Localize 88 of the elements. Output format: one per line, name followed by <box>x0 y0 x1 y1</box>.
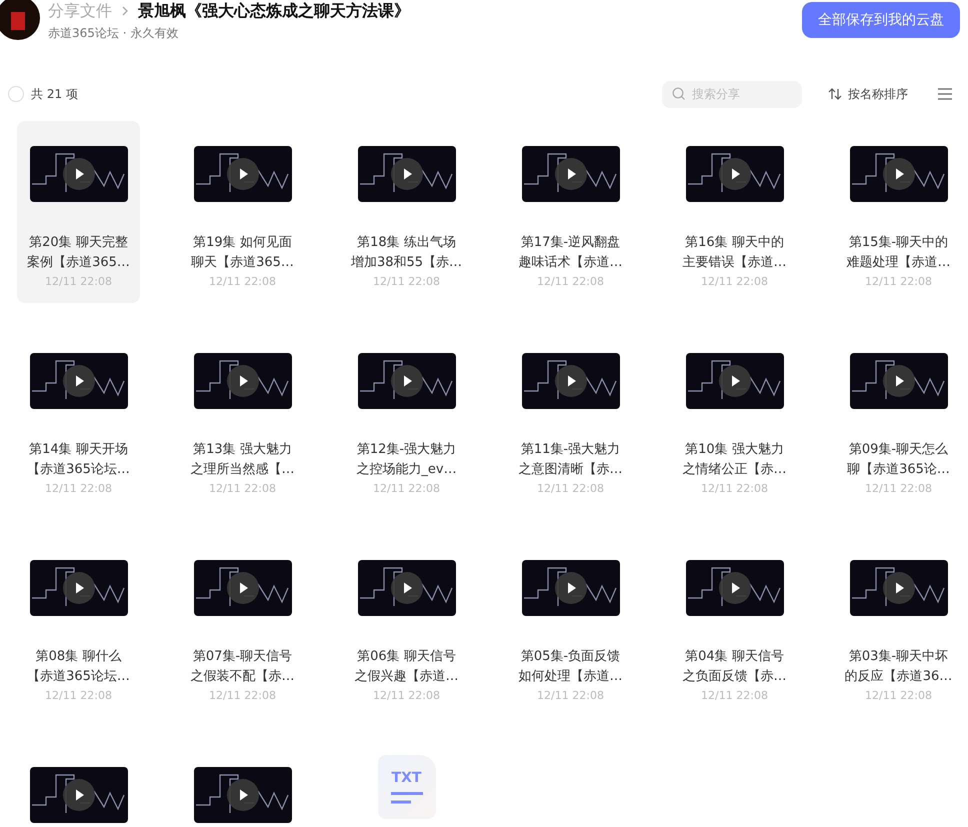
file-card[interactable]: 第16集 聊天中的 主要错误【赤道… 12/11 22:08 <box>673 121 796 303</box>
file-name: 第10集 强大魅力 之情绪公正【赤… <box>682 441 786 479</box>
file-date: 12/11 22:08 <box>701 689 768 702</box>
file-name: 第06集 聊天信号 之假兴趣【赤道… <box>354 648 458 686</box>
search-field[interactable]: 搜索分享 <box>662 80 802 108</box>
chevron-right-icon <box>122 6 128 16</box>
file-date: 12/11 22:08 <box>209 689 276 702</box>
share-subtitle: 赤道365论坛 · 永久有效 <box>48 25 180 42</box>
file-name: 第07集-聊天信号 之假装不配【赤… <box>190 648 294 686</box>
play-icon[interactable] <box>226 572 258 604</box>
file-date: 12/11 22:08 <box>373 482 440 495</box>
file-card[interactable]: 第11集-强大魅力 之意图清晰【赤… 12/11 22:08 <box>509 328 632 510</box>
item-count: 共 21 项 <box>31 86 78 102</box>
file-card[interactable]: 第12集-强大魅力 之控场能力_ev… 12/11 22:08 <box>345 328 468 510</box>
file-name: 第15集-聊天中的 难题处理【赤道… <box>846 234 950 272</box>
menu-icon[interactable] <box>938 88 952 100</box>
play-icon[interactable] <box>62 572 94 604</box>
share-title: 景旭枫《强大心态炼成之聊天方法课》 <box>138 0 410 22</box>
play-icon[interactable] <box>882 365 914 397</box>
file-name: 第09集-聊天怎么 聊【赤道365论… <box>847 441 950 479</box>
sort-button[interactable]: 按名称排序 <box>828 86 908 102</box>
play-icon[interactable] <box>62 158 94 190</box>
file-card[interactable]: 第05集-负面反馈 如何处理【赤道… 12/11 22:08 <box>509 535 632 717</box>
file-card[interactable]: 第13集 强大魅力 之理所当然感【… 12/11 22:08 <box>181 328 304 510</box>
file-card[interactable]: 第18集 练出气场 增加38和55【赤… 12/11 22:08 <box>345 121 468 303</box>
play-icon[interactable] <box>718 365 750 397</box>
file-name: 第20集 聊天完整 案例【赤道365… <box>27 234 130 272</box>
select-all-checkbox[interactable] <box>8 86 24 102</box>
file-date: 12/11 22:08 <box>701 482 768 495</box>
file-name: 第16集 聊天中的 主要错误【赤道… <box>682 234 786 272</box>
file-card[interactable]: 第15集-聊天中的 难题处理【赤道… 12/11 22:08 <box>837 121 960 303</box>
text-lines-icon <box>390 792 422 804</box>
file-name: 第19集 如何见面 聊天【赤道365… <box>191 234 294 272</box>
file-name: 第03集-聊天中坏 的反应【赤道36… <box>844 648 952 686</box>
play-icon[interactable] <box>390 365 422 397</box>
file-date: 12/11 22:08 <box>373 275 440 288</box>
file-name: 第17集-逆风翻盘 趣味话术【赤道… <box>518 234 622 272</box>
search-icon <box>672 86 686 100</box>
file-card[interactable]: 第20集 聊天完整 案例【赤道365… 12/11 22:08 <box>17 121 140 303</box>
file-date: 12/11 22:08 <box>537 275 604 288</box>
play-icon[interactable] <box>718 572 750 604</box>
file-date: 12/11 22:08 <box>45 275 112 288</box>
file-date: 12/11 22:08 <box>865 689 932 702</box>
file-card[interactable]: 第07集-聊天信号 之假装不配【赤… 12/11 22:08 <box>181 535 304 717</box>
file-type-label: TXT <box>392 770 422 786</box>
file-name: 第18集 练出气场 增加38和55【赤… <box>350 234 462 272</box>
file-card[interactable]: 第14集 聊天开场 【赤道365论坛… 12/11 22:08 <box>17 328 140 510</box>
file-card[interactable]: 第08集 聊什么 【赤道365论坛… 12/11 22:08 <box>17 535 140 717</box>
file-name: 第13集 强大魅力 之理所当然感【… <box>190 441 294 479</box>
play-icon[interactable] <box>226 365 258 397</box>
play-icon[interactable] <box>390 158 422 190</box>
file-date: 12/11 22:08 <box>209 275 276 288</box>
file-date: 12/11 22:08 <box>537 482 604 495</box>
file-date: 12/11 22:08 <box>45 482 112 495</box>
play-icon[interactable] <box>882 158 914 190</box>
file-card[interactable]: 第19集 如何见面 聊天【赤道365… 12/11 22:08 <box>181 121 304 303</box>
file-date: 12/11 22:08 <box>701 275 768 288</box>
file-date: 12/11 22:08 <box>537 689 604 702</box>
file-name: 第05集-负面反馈 如何处理【赤道… <box>518 648 622 686</box>
file-name: 第08集 聊什么 【赤道365论坛… <box>27 648 130 686</box>
file-name: 第04集 聊天信号 之负面反馈【赤… <box>682 648 786 686</box>
play-icon[interactable] <box>718 158 750 190</box>
file-name: 第11集-强大魅力 之意图清晰【赤… <box>518 441 622 479</box>
forum-logo-avatar <box>0 0 40 40</box>
play-icon[interactable] <box>554 572 586 604</box>
play-icon[interactable] <box>554 158 586 190</box>
play-icon[interactable] <box>554 365 586 397</box>
file-card[interactable]: 第10集 强大魅力 之情绪公正【赤… 12/11 22:08 <box>673 328 796 510</box>
play-icon[interactable] <box>226 779 258 811</box>
sort-arrows-icon <box>828 88 842 100</box>
file-card[interactable]: 第04集 聊天信号 之负面反馈【赤… 12/11 22:08 <box>673 535 796 717</box>
file-name: 第12集-强大魅力 之控场能力_ev… <box>356 441 457 479</box>
file-card[interactable]: 第17集-逆风翻盘 趣味话术【赤道… 12/11 22:08 <box>509 121 632 303</box>
play-icon[interactable] <box>390 572 422 604</box>
play-icon[interactable] <box>62 779 94 811</box>
file-card[interactable]: 第06集 聊天信号 之假兴趣【赤道… 12/11 22:08 <box>345 535 468 717</box>
play-icon[interactable] <box>226 158 258 190</box>
file-date: 12/11 22:08 <box>865 275 932 288</box>
file-card[interactable]: 第03集-聊天中坏 的反应【赤道36… 12/11 22:08 <box>837 535 960 717</box>
play-icon[interactable] <box>62 365 94 397</box>
file-date: 12/11 22:08 <box>45 689 112 702</box>
file-card[interactable]: 第09集-聊天怎么 聊【赤道365论… 12/11 22:08 <box>837 328 960 510</box>
play-icon[interactable] <box>882 572 914 604</box>
file-date: 12/11 22:08 <box>865 482 932 495</box>
file-date: 12/11 22:08 <box>373 689 440 702</box>
save-all-button[interactable]: 全部保存到我的云盘 <box>802 2 960 38</box>
file-name: 第14集 聊天开场 【赤道365论坛… <box>27 441 130 479</box>
file-date: 12/11 22:08 <box>209 482 276 495</box>
